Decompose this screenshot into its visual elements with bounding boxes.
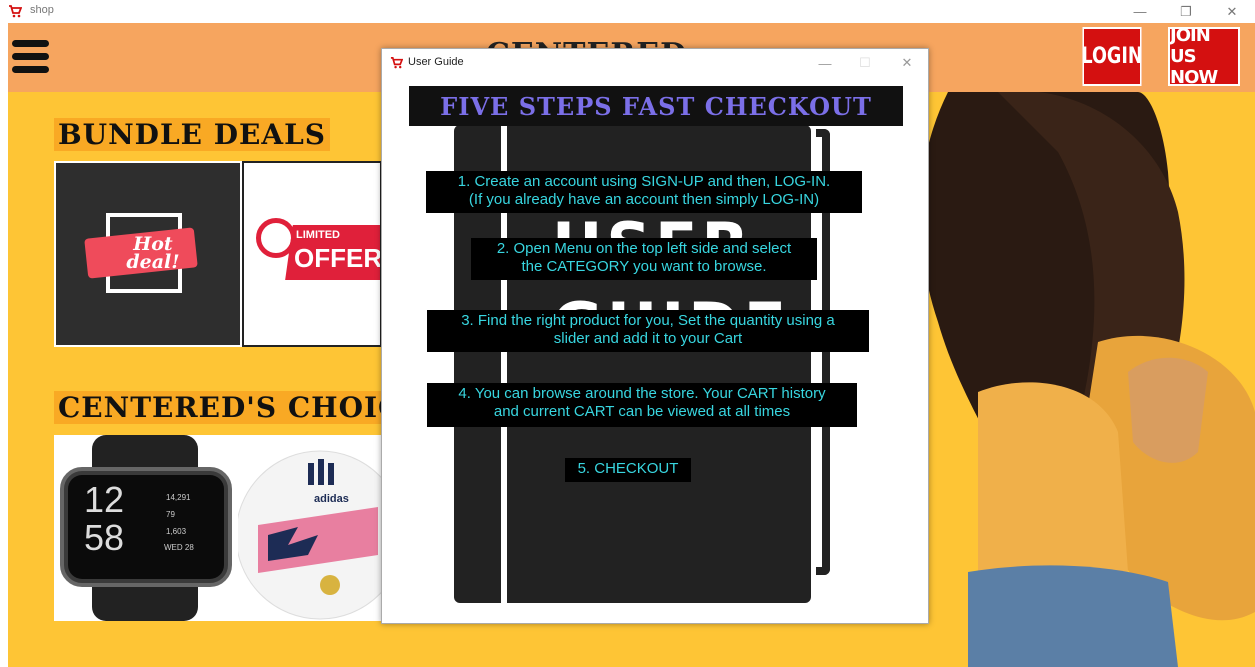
hot-deal-text: Hot deal!: [126, 233, 180, 273]
minimize-icon[interactable]: —: [810, 53, 840, 73]
join-button[interactable]: JOIN US NOW: [1168, 25, 1240, 88]
step-2: 2. Open Menu on the top left side and se…: [471, 238, 817, 280]
dialog-titlebar: User Guide — ☐ ✕: [382, 49, 928, 77]
centereds-choice-title: CENTERED'S CHOICE: [54, 391, 428, 424]
login-button[interactable]: LOGIN: [1081, 27, 1143, 86]
window-titlebar: shop — ❐ ✕: [0, 0, 1255, 23]
step-4: 4. You can browse around the store. Your…: [427, 383, 857, 427]
watch-product-card[interactable]: 12 58 14,291 79 1,603 WED 28: [54, 435, 238, 621]
offer-text: OFFER: [294, 243, 382, 273]
step-3: 3. Find the right product for you, Set t…: [427, 310, 869, 352]
watch-minute: 58: [84, 517, 125, 558]
watch-heart: 79: [166, 510, 175, 519]
watch-steps: 14,291: [166, 493, 191, 502]
cart-icon: [9, 5, 22, 18]
user-guide-dialog: User Guide — ☐ ✕ USER GUIDE FIVE STEPS F…: [381, 48, 929, 624]
restore-icon[interactable]: ❐: [1163, 0, 1209, 23]
guide-header: FIVE STEPS FAST CHECKOUT: [409, 86, 903, 126]
step-1: 1. Create an account using SIGN-UP and t…: [426, 171, 862, 213]
maximize-icon: ☐: [859, 55, 871, 70]
menu-icon[interactable]: [12, 40, 49, 74]
bundle-deals-title: BUNDLE DEALS: [54, 118, 330, 151]
dialog-title: User Guide: [408, 56, 464, 68]
close-icon[interactable]: ✕: [892, 53, 922, 73]
hero-model-image: [878, 92, 1255, 667]
watch-hour: 12: [84, 479, 125, 520]
football-image: [238, 450, 381, 620]
ball-product-card[interactable]: adidas: [238, 435, 381, 621]
limited-text: LIMITED: [296, 229, 340, 241]
window-title: shop: [30, 4, 54, 16]
ball-brand: adidas: [314, 493, 349, 505]
limited-offer-card[interactable]: LIMITED OFFER: [242, 161, 382, 347]
minimize-icon[interactable]: —: [1117, 0, 1163, 23]
cart-icon: [390, 57, 403, 69]
hot-deal-card[interactable]: Hot deal!: [54, 161, 242, 347]
step-5: 5. CHECKOUT: [565, 458, 691, 482]
watch-cal: 1,603: [166, 527, 187, 536]
watch-date: WED 28: [164, 543, 194, 552]
close-icon[interactable]: ✕: [1209, 0, 1255, 23]
